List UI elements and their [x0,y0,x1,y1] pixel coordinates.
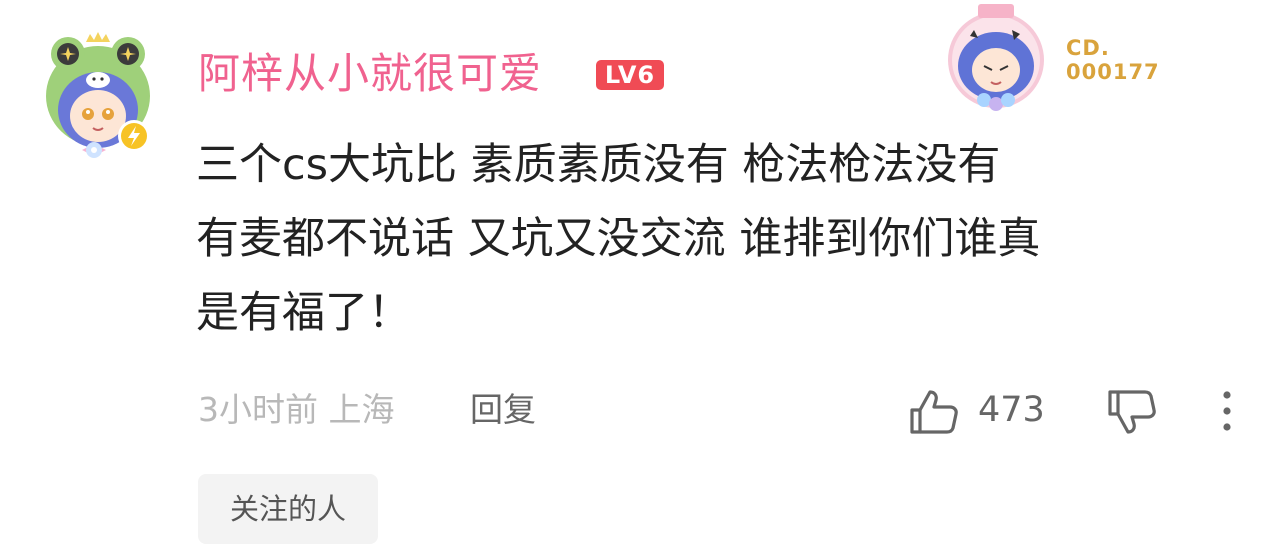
more-vertical-icon[interactable] [1212,388,1242,434]
decoration-number: CD. 000177 [1066,36,1160,84]
username[interactable]: 阿梓从小就很可爱 [198,46,542,102]
decoration-label-line1: CD. [1066,36,1110,60]
decoration-label-line2: 000177 [1066,60,1160,84]
thumbs-up-icon[interactable] [908,388,960,436]
following-tag[interactable]: 关注的人 [198,474,378,544]
like-count: 473 [978,390,1045,430]
comment-text: 三个cs大坑比 素质素质没有 枪法枪法没有 有麦都不说话 又坑又没交流 谁排到你… [196,128,1246,350]
comment-line: 三个cs大坑比 素质素质没有 枪法枪法没有 [196,140,1001,190]
avatar[interactable] [38,32,158,164]
comment-line: 有麦都不说话 又坑又没交流 谁排到你们谁真 [196,214,1041,264]
comment-time-location: 3小时前 上海 [198,390,395,429]
level-badge: LV6 [596,60,664,90]
decoration-avatar-image [948,4,1044,111]
avatar-image [46,32,150,158]
thumbs-down-icon[interactable] [1106,388,1158,436]
reply-button[interactable]: 回复 [470,386,536,434]
decoration-card[interactable] [938,0,1054,112]
comment-line: 是有福了！ [196,288,411,338]
